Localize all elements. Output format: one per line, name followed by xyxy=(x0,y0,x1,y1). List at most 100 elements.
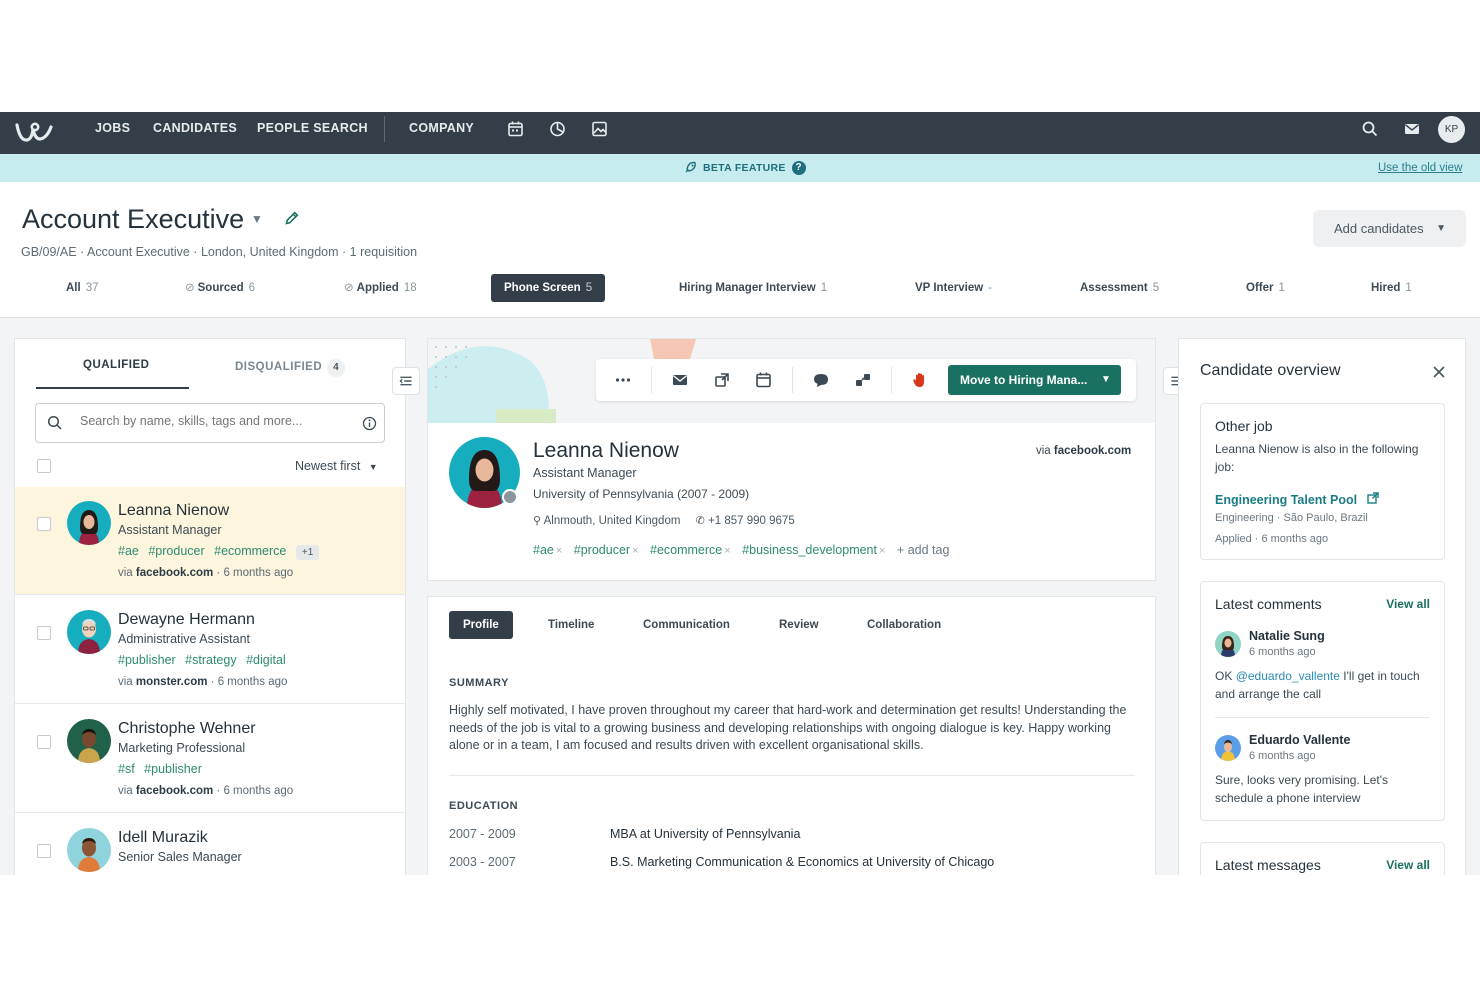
stage-vp-interview[interactable]: VP Interview - xyxy=(915,274,992,302)
remove-tag-icon[interactable]: × xyxy=(724,545,730,557)
chevron-down-icon[interactable]: ▼ xyxy=(1091,365,1121,395)
candidate-source: via monster.com · 6 months ago xyxy=(118,676,288,688)
nav-candidates[interactable]: CANDIDATES xyxy=(153,112,237,154)
tag[interactable]: #producer xyxy=(574,543,630,557)
disqualify-hand-icon[interactable] xyxy=(911,371,929,389)
calendar-icon[interactable] xyxy=(507,120,525,138)
summary-heading: SUMMARY xyxy=(449,677,509,689)
share-icon[interactable] xyxy=(713,371,731,389)
help-icon[interactable]: ? xyxy=(791,161,806,175)
other-job-link[interactable]: Engineering Talent Pool xyxy=(1215,491,1379,509)
pencil-icon[interactable] xyxy=(284,210,300,226)
tab-collaboration[interactable]: Collaboration xyxy=(867,611,941,639)
candidate-name[interactable]: Christophe Wehner xyxy=(118,720,256,738)
comments-view-all-link[interactable]: View all xyxy=(1386,597,1430,611)
tag[interactable]: #producer xyxy=(148,544,204,558)
pie-chart-icon[interactable] xyxy=(549,120,567,138)
messages-view-all-link[interactable]: View all xyxy=(1386,858,1430,872)
list-item[interactable]: Christophe Wehner Marketing Professional… xyxy=(15,705,405,813)
tag[interactable]: #business_development xyxy=(742,543,877,557)
mention-link[interactable]: @eduardo_vallente xyxy=(1236,669,1340,683)
comment-icon[interactable] xyxy=(812,371,830,389)
close-icon[interactable] xyxy=(1431,364,1447,380)
calendar-icon[interactable] xyxy=(755,371,773,389)
more-tags-badge[interactable]: +1 xyxy=(295,545,320,560)
user-avatar[interactable]: KP xyxy=(1438,116,1465,143)
candidate-name[interactable]: Dewayne Hermann xyxy=(118,611,255,629)
stage-all[interactable]: All 37 xyxy=(66,274,99,302)
mail-icon[interactable] xyxy=(1403,120,1421,138)
add-candidates-button[interactable]: Add candidates ▼ xyxy=(1313,210,1466,247)
email-icon[interactable] xyxy=(671,371,689,389)
list-item[interactable]: Idell Murazik Senior Sales Manager xyxy=(15,814,405,875)
other-job-applied: Applied · 6 months ago xyxy=(1215,533,1329,545)
candidate-overview-panel: Candidate overview Other job Leanna Nien… xyxy=(1178,338,1466,875)
chevron-down-icon[interactable]: ▼ xyxy=(251,212,263,226)
tab-communication[interactable]: Communication xyxy=(643,611,730,639)
tag[interactable]: #digital xyxy=(246,653,286,667)
nav-people-search[interactable]: PEOPLE SEARCH xyxy=(257,112,368,154)
stage-offer[interactable]: Offer 1 xyxy=(1246,274,1285,302)
candidate-checkbox[interactable] xyxy=(37,517,51,531)
candidate-name[interactable]: Leanna Nienow xyxy=(118,502,229,520)
stage-count: 18 xyxy=(403,282,417,294)
tab-timeline[interactable]: Timeline xyxy=(548,611,594,639)
profile-role: Assistant Manager xyxy=(533,466,637,480)
stage-hiring-manager-interview[interactable]: Hiring Manager Interview 1 xyxy=(679,274,827,302)
tag[interactable]: #ae xyxy=(118,544,139,558)
chevron-down-icon: ▼ xyxy=(1436,223,1446,234)
sort-label: Newest first xyxy=(295,459,361,473)
other-job-name[interactable]: Engineering Talent Pool xyxy=(1215,493,1357,507)
tag[interactable]: #strategy xyxy=(185,653,236,667)
search-icon[interactable] xyxy=(1361,120,1379,138)
tag[interactable]: #sf xyxy=(118,762,135,776)
tag[interactable]: #publisher xyxy=(144,762,202,776)
stage-assessment[interactable]: Assessment 5 xyxy=(1080,274,1159,302)
external-link-icon[interactable] xyxy=(1366,492,1379,504)
more-options-icon[interactable] xyxy=(614,371,632,389)
stage-applied[interactable]: ⊘ Applied 18 xyxy=(344,274,417,302)
workable-logo-icon[interactable] xyxy=(14,119,54,147)
search-input[interactable] xyxy=(80,414,350,428)
candidate-name[interactable]: Idell Murazik xyxy=(118,829,208,847)
select-all-checkbox[interactable] xyxy=(37,459,51,473)
profile-tags: #ae × #producer × #ecommerce × #business_de… xyxy=(533,543,949,557)
list-item[interactable]: Leanna Nienow Assistant Manager #ae #pro… xyxy=(15,487,405,595)
candidate-checkbox[interactable] xyxy=(37,844,51,858)
tag[interactable]: #ecommerce xyxy=(650,543,722,557)
list-item[interactable]: Dewayne Hermann Administrative Assistant… xyxy=(15,596,405,704)
candidate-search-field[interactable] xyxy=(35,403,385,443)
stage-sourced[interactable]: ⊘ Sourced 6 xyxy=(185,274,255,302)
tag[interactable]: #ae xyxy=(533,543,554,557)
remove-tag-icon[interactable]: × xyxy=(632,545,638,557)
candidate-checkbox[interactable] xyxy=(37,735,51,749)
move-to-stage-button[interactable]: Move to Hiring Mana... ▼ xyxy=(948,365,1121,395)
remove-tag-icon[interactable]: × xyxy=(879,545,885,557)
profile-phone[interactable]: +1 857 990 9675 xyxy=(708,515,795,527)
stage-label: All xyxy=(66,282,81,294)
tab-disqualified[interactable]: DISQUALIFIED 4 xyxy=(235,359,346,377)
sort-dropdown[interactable]: Newest first ▼ xyxy=(295,459,378,473)
use-old-view-link[interactable]: Use the old view xyxy=(1378,162,1462,174)
tab-review[interactable]: Review xyxy=(779,611,819,639)
tab-qualified[interactable]: QUALIFIED xyxy=(83,359,149,371)
add-tag-button[interactable]: + add tag xyxy=(897,543,950,557)
remove-tag-icon[interactable]: × xyxy=(556,545,562,557)
tab-profile[interactable]: Profile xyxy=(449,611,513,639)
candidate-checkbox[interactable] xyxy=(37,626,51,640)
tag[interactable]: #publisher xyxy=(118,653,176,667)
education-years: 2003 - 2007 xyxy=(449,855,516,869)
candidate-time: 6 months ago xyxy=(223,567,294,579)
stage-hired[interactable]: Hired 1 xyxy=(1371,274,1412,302)
stage-count: 1 xyxy=(1405,282,1412,294)
collapse-list-icon[interactable] xyxy=(392,367,420,395)
move-stage-icon[interactable] xyxy=(854,371,872,389)
nav-company[interactable]: COMPANY xyxy=(409,112,474,154)
info-icon[interactable] xyxy=(362,416,377,431)
tag[interactable]: #ecommerce xyxy=(214,544,286,558)
stage-phone-screen[interactable]: Phone Screen 5 xyxy=(491,274,606,302)
job-title[interactable]: Account Executive xyxy=(22,204,244,235)
beta-feature-text: BETA FEATURE xyxy=(703,162,786,174)
nav-jobs[interactable]: JOBS xyxy=(95,112,130,154)
image-icon[interactable] xyxy=(591,120,609,138)
